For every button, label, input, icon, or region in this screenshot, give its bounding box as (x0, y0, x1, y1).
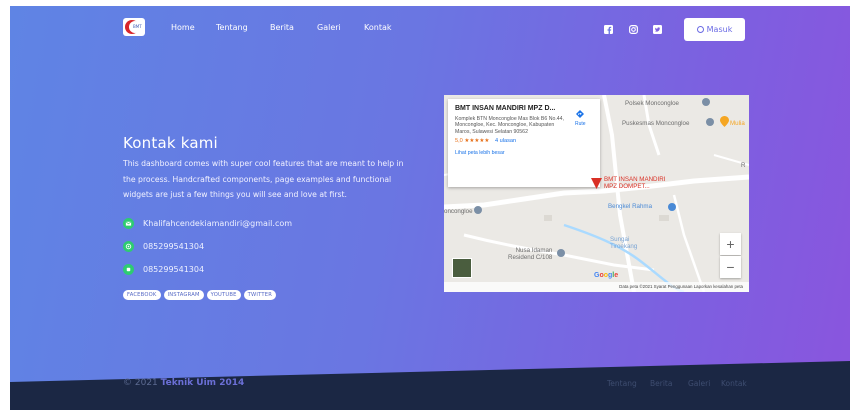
location-pin-icon[interactable] (591, 177, 602, 190)
map-label-nusa: Nusa Idaman Residend C/108 (508, 247, 552, 261)
contact-description: This dashboard comes with super cool fea… (123, 159, 404, 199)
place-rating: 5,0 ★★★★★ 4 ulasan (455, 138, 593, 144)
footer-link-galeri[interactable]: Galeri (688, 379, 710, 388)
contact-phone-row: 085299541304 (123, 241, 204, 252)
map-label-sungai-line2: Tiroekang (610, 243, 638, 250)
place-info-card: BMT INSAN MANDIRI MPZ D... Komplek BTN M… (448, 99, 600, 187)
nav-kontak[interactable]: Kontak (364, 23, 391, 32)
map-label-sungai-line1: Sungai (610, 236, 630, 243)
map-label-sungai: Sungai Tiroekang (610, 236, 637, 250)
map-label-puskesmas: Puskesmas Moncongloe (622, 120, 690, 127)
footer-link-berita[interactable]: Berita (650, 379, 672, 388)
workshop-pin-icon (668, 203, 676, 211)
residence-pin-icon (557, 249, 565, 257)
whatsapp-icon (123, 264, 134, 275)
twitter-icon[interactable] (653, 25, 662, 34)
map-label-moncongloe: oncongloe (444, 208, 473, 215)
directions-label: Rute (575, 121, 586, 127)
map-label-bengkel: Bengkel Rahma (608, 203, 653, 210)
nav-home[interactable]: Home (171, 23, 195, 32)
map-label-nusa-line1: Nusa Idaman (515, 247, 553, 254)
rating-value: 5,0 (455, 138, 463, 145)
police-pin-icon (702, 98, 710, 106)
contact-phone[interactable]: 085299541304 (143, 242, 204, 251)
shop-pin-icon (720, 116, 729, 127)
directions-button[interactable]: Rute (575, 109, 586, 127)
star-rating-icon: ★★★★★ (464, 138, 490, 145)
place-pin-icon (474, 206, 482, 214)
brand-logo[interactable]: BMT (123, 18, 145, 36)
map-label-bmt-line1: BMT INSAN MANDIRI (604, 176, 666, 183)
hospital-pin-icon (706, 118, 714, 126)
contact-email[interactable]: Khalifahcendekiamandiri@gmail.com (143, 219, 292, 228)
google-logo: Google (594, 272, 619, 279)
contact-title: Kontak kami (123, 134, 218, 152)
login-label: Masuk (706, 25, 733, 34)
map-label-bmt-line2: MPZ DOMPET... (604, 183, 650, 190)
satellite-toggle[interactable] (452, 258, 472, 278)
navbar: BMT Home Tentang Berita Galeri Kontak Ma… (10, 6, 850, 46)
place-address: Komplek BTN Moncongloe Mas Blok B6 No.44… (455, 116, 564, 135)
footer-link-tentang[interactable]: Tentang (607, 379, 637, 388)
zoom-out-button[interactable]: − (720, 256, 741, 278)
footer-copyright: © 2021 Teknik Uim 2014 (123, 378, 244, 388)
facebook-icon[interactable] (604, 25, 613, 34)
instagram-icon[interactable] (629, 25, 638, 34)
footer-link-kontak[interactable]: Kontak (721, 379, 747, 388)
page-frame: BMT Home Tentang Berita Galeri Kontak Ma… (10, 6, 850, 410)
map-label-mulia: Mulia (730, 120, 745, 127)
map-label-edge: R (741, 162, 746, 169)
user-circle-icon (696, 26, 704, 33)
map-label-polsek: Polsek Moncongloe (625, 100, 680, 107)
map-attribution[interactable]: Data peta ©2021 Syarat Penggunaan Lapork… (444, 282, 749, 292)
nav-galeri[interactable]: Galeri (317, 23, 341, 32)
envelope-icon (123, 218, 134, 229)
tag-twitter[interactable]: TWITTER (243, 290, 276, 300)
footer-brand-link[interactable]: Teknik Uim 2014 (161, 378, 245, 388)
tag-youtube[interactable]: YOUTUBE (206, 290, 241, 300)
google-map-embed[interactable]: BMT INSAN MANDIRI MPZ D... Komplek BTN M… (444, 95, 749, 292)
social-tags: FACEBOOK INSTAGRAM YOUTUBE TWITTER (123, 290, 276, 300)
copyright-text: © 2021 (123, 378, 158, 388)
directions-icon (576, 110, 585, 118)
phone-icon (123, 241, 134, 252)
contact-email-row: Khalifahcendekiamandiri@gmail.com (123, 218, 292, 229)
tag-instagram[interactable]: INSTAGRAM (163, 290, 204, 300)
contact-whatsapp[interactable]: 085299541304 (143, 265, 204, 274)
zoom-in-button[interactable]: + (720, 233, 741, 255)
map-label-nusa-line2: Residend C/108 (508, 254, 553, 261)
contact-whatsapp-row: 085299541304 (123, 264, 204, 275)
login-button[interactable]: Masuk (684, 18, 745, 41)
nav-berita[interactable]: Berita (270, 23, 294, 32)
tag-facebook[interactable]: FACEBOOK (123, 290, 161, 300)
logo-text: BMT (133, 24, 142, 29)
map-label-bmt: BMT INSAN MANDIRI MPZ DOMPET... (604, 176, 665, 190)
review-count[interactable]: 4 ulasan (495, 138, 516, 144)
view-larger-map-link[interactable]: Lihat peta lebih besar (455, 150, 593, 156)
place-name: BMT INSAN MANDIRI MPZ D... (455, 105, 556, 112)
nav-tentang[interactable]: Tentang (216, 23, 248, 32)
